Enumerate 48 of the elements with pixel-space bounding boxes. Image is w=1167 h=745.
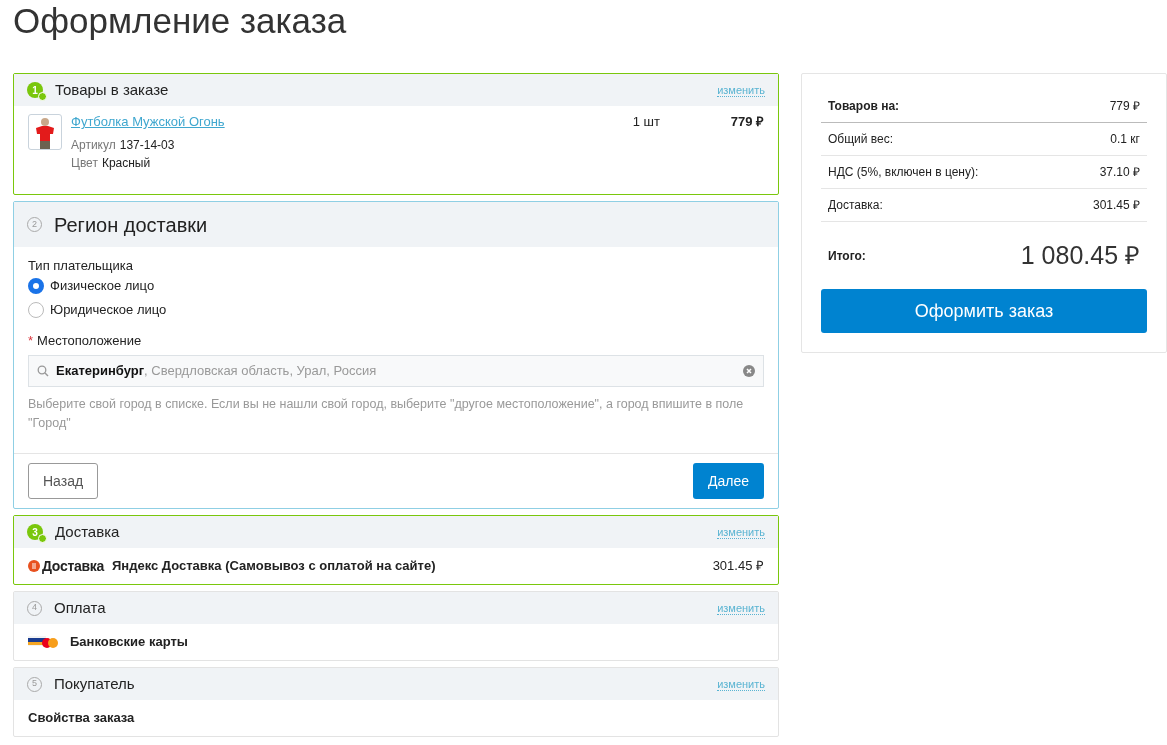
step-title: Доставка [55,521,120,542]
total-label: Итого: [828,247,866,265]
summary-value: 779 ₽ [1109,98,1140,115]
field-label: Тип плательщика [28,258,134,274]
search-icon [37,365,49,377]
total-value: 1 080.45 ₽ [1020,239,1140,271]
property-label: Цвет [71,156,98,170]
step-title: Регион доставки [54,212,208,238]
field-label: Местоположение [37,333,142,349]
delivery-service: Яндекс Доставка (Самовывоз с оплатой на сайте) [111,557,437,576]
change-link[interactable]: изменить [717,677,765,691]
summary-value: 301.45 ₽ [1092,197,1140,214]
change-link[interactable]: изменить [717,601,765,615]
hint-text: Выберите свой город в списке. Если вы не нашли свой город, выберите "другое местоположение", а город впишите в поле "Город" [28,396,745,432]
step-title: Покупатель [54,673,135,694]
summary-value: 0.1 кг [1110,131,1140,148]
clear-icon[interactable] [743,365,755,377]
payment-method: Банковские карты [70,633,188,652]
back-button[interactable]: Назад [28,463,99,499]
payment-cards-icon [28,635,58,649]
radio-option[interactable]: Физическое лицо [28,274,764,298]
summary-label: Доставка: [828,197,883,214]
next-button[interactable]: Далее [693,463,764,499]
product-price: 779 ₽ [730,114,764,131]
summary-value: 37.10 ₽ [1099,164,1140,181]
product-quantity: 1 шт [632,114,661,131]
change-link[interactable]: изменить [717,83,765,97]
property-label: Артикул [71,138,116,152]
property-value: Красный [101,156,151,170]
delivery-logo: Доставка [28,555,104,577]
radio-option[interactable]: Юридическое лицо [28,298,764,322]
step-title: Оплата [54,597,106,618]
summary-label: Общий вес: [828,131,894,148]
order-properties: Свойства заказа [28,709,135,728]
summary-label: Товаров на: [828,98,900,115]
change-link[interactable]: изменить [717,525,765,539]
delivery-price: 301.45 ₽ [712,557,764,576]
step-title: Товары в заказе [55,79,169,100]
property-value: 137-14-03 [119,138,175,152]
summary-label: НДС (5%, включен в цену): [828,164,979,181]
page-title: Оформление заказа [13,0,348,42]
product-link[interactable]: Футболка Мужской Огонь [71,114,633,130]
radio-button[interactable] [28,278,44,294]
required-mark: * [28,333,34,349]
checkout-button[interactable]: Оформить заказ [821,289,1147,333]
radio-button[interactable] [28,302,44,318]
product-thumbnail [28,114,62,150]
location-field[interactable]: Екатеринбург, Свердловская область, Урал, Россия [28,355,764,387]
